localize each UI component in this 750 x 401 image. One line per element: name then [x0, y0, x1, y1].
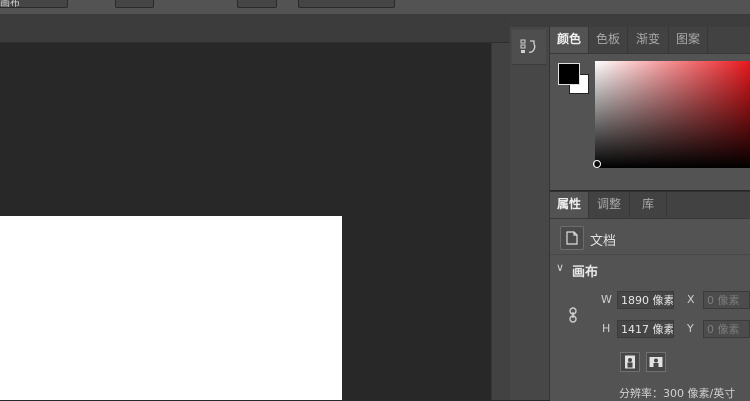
tab-properties[interactable]: 属性 [550, 192, 589, 218]
icon-dock [510, 27, 550, 400]
tab-gradients[interactable]: 渐变 [628, 27, 669, 53]
canvas-dropdown-label: 画布 [0, 0, 20, 9]
x-field[interactable]: 0 像素 [703, 291, 750, 309]
foreground-color-swatch[interactable] [558, 63, 580, 85]
canvas-section-title[interactable]: 画布 [572, 261, 598, 280]
tab-patterns[interactable]: 图案 [669, 27, 708, 53]
properties-panel-tabbar: 属性 调整 库 [550, 192, 750, 219]
landscape-orientation-button[interactable] [646, 352, 666, 372]
chevron-down-icon[interactable]: ∨ [556, 261, 564, 274]
panel-collapse-strip: ‹‹ [509, 15, 750, 38]
y-field[interactable]: 0 像素 [703, 320, 750, 338]
options-bar: 画布 [0, 0, 750, 15]
color-panel-tabbar: 颜色 色板 渐变 图案 [550, 27, 750, 54]
option-field-1[interactable] [115, 0, 154, 8]
vertical-scrollbar[interactable] [491, 43, 510, 400]
history-panel-button[interactable] [512, 30, 546, 65]
document-icon [566, 231, 578, 245]
option-field-2[interactable] [237, 0, 277, 8]
document-label: 文档 [590, 234, 617, 249]
tab-swatches[interactable]: 色板 [589, 27, 628, 53]
y-label: Y [687, 322, 694, 335]
document-tab-strip [0, 15, 510, 43]
height-field[interactable]: 1417 像素 [617, 320, 674, 338]
option-dropdown-3[interactable] [298, 0, 395, 8]
section-divider [550, 254, 750, 255]
width-field[interactable]: 1890 像素 [617, 291, 674, 309]
history-icon [520, 39, 536, 53]
document-icon-box [560, 226, 584, 250]
height-label: H [602, 322, 611, 335]
chain-link-icon [569, 307, 577, 323]
landscape-icon [649, 357, 663, 367]
color-picker-field[interactable] [595, 61, 750, 168]
x-label: X [687, 293, 695, 306]
tab-adjustments[interactable]: 调整 [589, 192, 630, 218]
width-label: W [601, 293, 612, 306]
color-picker-ring[interactable] [593, 160, 601, 168]
resolution-text: 分辨率：300 像素/英寸 [619, 387, 736, 400]
tab-color[interactable]: 颜色 [550, 27, 589, 53]
portrait-icon [625, 355, 635, 369]
portrait-orientation-button[interactable] [620, 352, 640, 372]
link-dimensions-button[interactable] [566, 306, 580, 324]
tab-libraries[interactable]: 库 [630, 192, 667, 218]
canvas-document[interactable] [0, 216, 342, 400]
